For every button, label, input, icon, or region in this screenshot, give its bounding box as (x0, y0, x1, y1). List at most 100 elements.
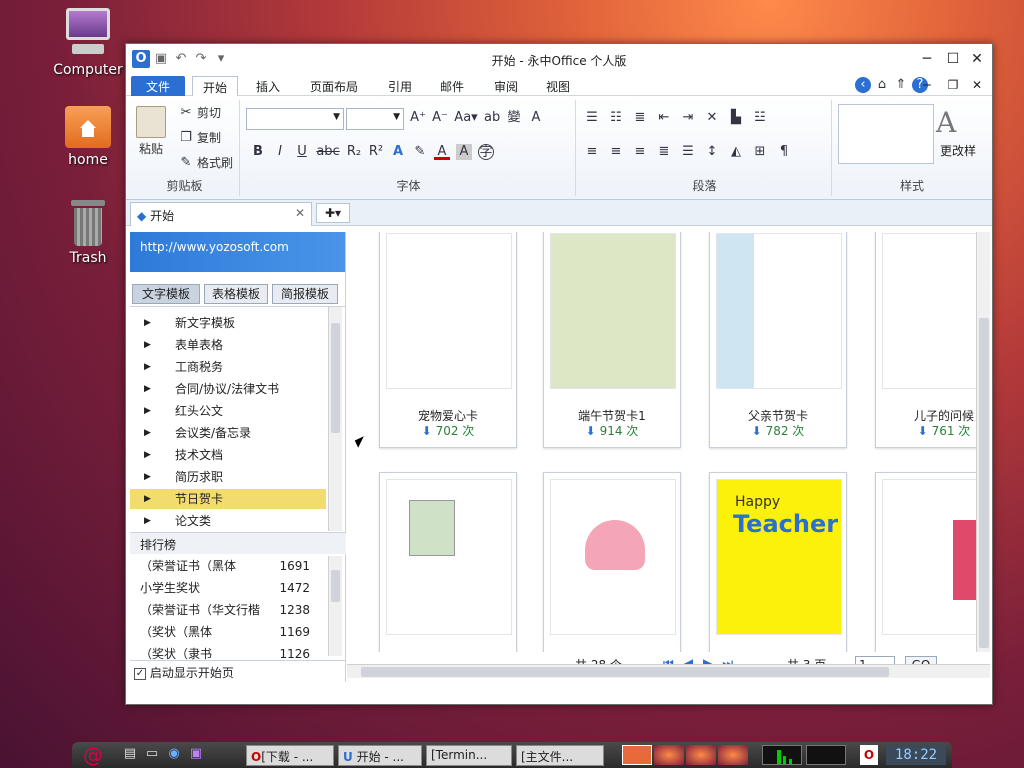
char-scale-icon[interactable]: ☳ (752, 110, 768, 126)
ranking-item[interactable]: 小学生奖状 1472 (140, 578, 310, 598)
startup-checkbox-row[interactable]: ✓ 启动显示开始页 (130, 660, 346, 682)
category-item[interactable]: ▶ 节日贺卡 (130, 489, 326, 509)
phonetic-icon[interactable]: ab (484, 110, 500, 126)
font-size-select[interactable]: ▼ (346, 108, 404, 130)
expand-arrow-icon[interactable]: ▶ (144, 313, 151, 333)
category-item[interactable]: ▶ 技术文档 (130, 445, 326, 465)
underline-icon[interactable]: U (294, 144, 310, 160)
tab-text-templates[interactable]: 文字模板 (132, 284, 200, 304)
pinyin-icon[interactable]: 變 (506, 110, 522, 126)
tab-table-templates[interactable]: 表格模板 (204, 284, 268, 304)
pilcrow-icon[interactable]: ¶ (776, 144, 792, 160)
ranking-scrollbar[interactable] (328, 556, 342, 656)
template-card[interactable] (543, 472, 681, 662)
shrink-font-icon[interactable]: A⁻ (432, 110, 448, 126)
char-shading-icon[interactable]: A (456, 144, 472, 160)
change-styles-button[interactable]: 更改样 (940, 142, 976, 159)
upload-icon[interactable]: ⇑ (893, 77, 909, 93)
sort-icon[interactable]: ▙ (728, 110, 744, 126)
opera-tray-icon[interactable]: O (860, 745, 878, 765)
tab-insert[interactable]: 插入 (246, 76, 290, 96)
category-item[interactable]: ▶ 工商税务 (130, 357, 326, 377)
category-item[interactable]: ▶ 简历求职 (130, 467, 326, 487)
subscript-icon[interactable]: R₂ (346, 144, 362, 160)
back-icon[interactable]: ‹ (855, 77, 871, 93)
tab-file[interactable]: 文件 (131, 76, 185, 96)
tab-references[interactable]: 引用 (378, 76, 422, 96)
tab-home[interactable]: 开始 (192, 76, 239, 96)
template-card[interactable]: 端午节贺卡1 ⬇ 914 次 (543, 232, 681, 448)
highlight-icon[interactable]: ✎ (412, 144, 428, 160)
tab-close-icon[interactable]: ✕ (295, 206, 305, 220)
font-color-icon[interactable]: A (434, 144, 450, 160)
distribute-icon[interactable]: ☰ (680, 144, 696, 160)
startup-checkbox[interactable]: ✓ (134, 667, 146, 680)
debian-swirl-icon[interactable]: @ (82, 744, 104, 766)
paste-button[interactable]: 粘贴 (136, 106, 166, 157)
char-border-icon[interactable]: A (528, 110, 544, 126)
category-item[interactable]: ▶ 会议类/备忘录 (130, 423, 326, 443)
text-effect-icon[interactable]: A (390, 144, 406, 160)
template-card[interactable]: 宠物爱心卡 ⬇ 702 次 (379, 232, 517, 448)
category-scrollbar[interactable] (328, 307, 342, 531)
tab-mailings[interactable]: 邮件 (430, 76, 474, 96)
borders-icon[interactable]: ⊞ (752, 144, 768, 160)
home-icon[interactable]: ⌂ (874, 77, 890, 93)
expand-arrow-icon[interactable]: ▶ (144, 423, 151, 443)
gallery-hscroll[interactable] (347, 664, 990, 678)
align-right-icon[interactable]: ≡ (632, 144, 648, 160)
expand-arrow-icon[interactable]: ▶ (144, 379, 151, 399)
justify-icon[interactable]: ≣ (656, 144, 672, 160)
category-item[interactable]: ▶ 新文字模板 (130, 313, 326, 333)
ranking-item[interactable]: （荣誉证书（华文行楷 1238 (140, 600, 310, 620)
expand-arrow-icon[interactable]: ▶ (144, 511, 151, 531)
superscript-icon[interactable]: R² (368, 144, 384, 160)
cut-button[interactable]: ✂ 剪切 (178, 104, 221, 121)
ribbon-restore-button[interactable]: ❐ (944, 76, 962, 94)
ranking-item[interactable]: （荣誉证书（黑体 1691 (140, 556, 310, 576)
align-left-icon[interactable]: ≡ (584, 144, 600, 160)
align-center-icon[interactable]: ≡ (608, 144, 624, 160)
files-icon[interactable]: ▤ (122, 746, 138, 762)
expand-arrow-icon[interactable]: ▶ (144, 401, 151, 421)
template-card[interactable]: 儿子的问候 ⬇ 761 次 (875, 232, 990, 448)
category-item[interactable]: ▶ 表单表格 (130, 335, 326, 355)
enclose-char-icon[interactable]: 字 (478, 144, 494, 160)
workspace-switcher[interactable] (622, 745, 748, 765)
category-item[interactable]: ▶ 合同/协议/法律文书 (130, 379, 326, 399)
tab-review[interactable]: 审阅 (484, 76, 528, 96)
desktop-icon-computer[interactable]: Computer (50, 8, 126, 78)
numbering-icon[interactable]: ☷ (608, 110, 624, 126)
tab-presentation-templates[interactable]: 简报模板 (272, 284, 338, 304)
template-card[interactable] (875, 472, 990, 662)
doc-close-button[interactable]: ✕ (968, 76, 986, 94)
expand-arrow-icon[interactable]: ▶ (144, 489, 151, 509)
bullets-icon[interactable]: ☰ (584, 110, 600, 126)
ranking-item[interactable]: （奖状（黑体 1169 (140, 622, 310, 642)
increase-indent-icon[interactable]: ⇥ (680, 110, 696, 126)
change-styles-icon[interactable]: A (936, 106, 956, 139)
close-button[interactable]: ✕ (968, 50, 986, 68)
multilevel-list-icon[interactable]: ≣ (632, 110, 648, 126)
bold-icon[interactable]: B (250, 144, 266, 160)
decrease-indent-icon[interactable]: ⇤ (656, 110, 672, 126)
grow-font-icon[interactable]: A⁺ (410, 110, 426, 126)
tab-view[interactable]: 视图 (536, 76, 580, 96)
taskbar-item-download[interactable]: O[下载 - ... (246, 745, 334, 766)
document-tab[interactable]: ◆ 开始 ✕ (130, 202, 312, 226)
desktop-icon-home[interactable]: home (50, 106, 126, 168)
taskbar-item-file-manager[interactable]: [主文件... (516, 745, 604, 766)
browser-icon[interactable]: ◉ (166, 746, 182, 762)
expand-arrow-icon[interactable]: ▶ (144, 357, 151, 377)
template-card[interactable]: 父亲节贺卡 ⬇ 782 次 (709, 232, 847, 448)
template-card[interactable] (379, 472, 517, 662)
expand-arrow-icon[interactable]: ▶ (144, 467, 151, 487)
new-tab-button[interactable]: ✚▾ (316, 203, 350, 223)
format-painter-button[interactable]: ✎ 格式刷 (178, 154, 233, 171)
desktop-icon-trash[interactable]: Trash (50, 200, 126, 266)
category-item[interactable]: ▶ 红头公文 (130, 401, 326, 421)
minimize-button[interactable]: ─ (918, 50, 936, 68)
notes-icon[interactable]: ▣ (188, 746, 204, 762)
category-item[interactable]: ▶ 论文类 (130, 511, 326, 531)
font-name-select[interactable]: ▼ (246, 108, 344, 130)
